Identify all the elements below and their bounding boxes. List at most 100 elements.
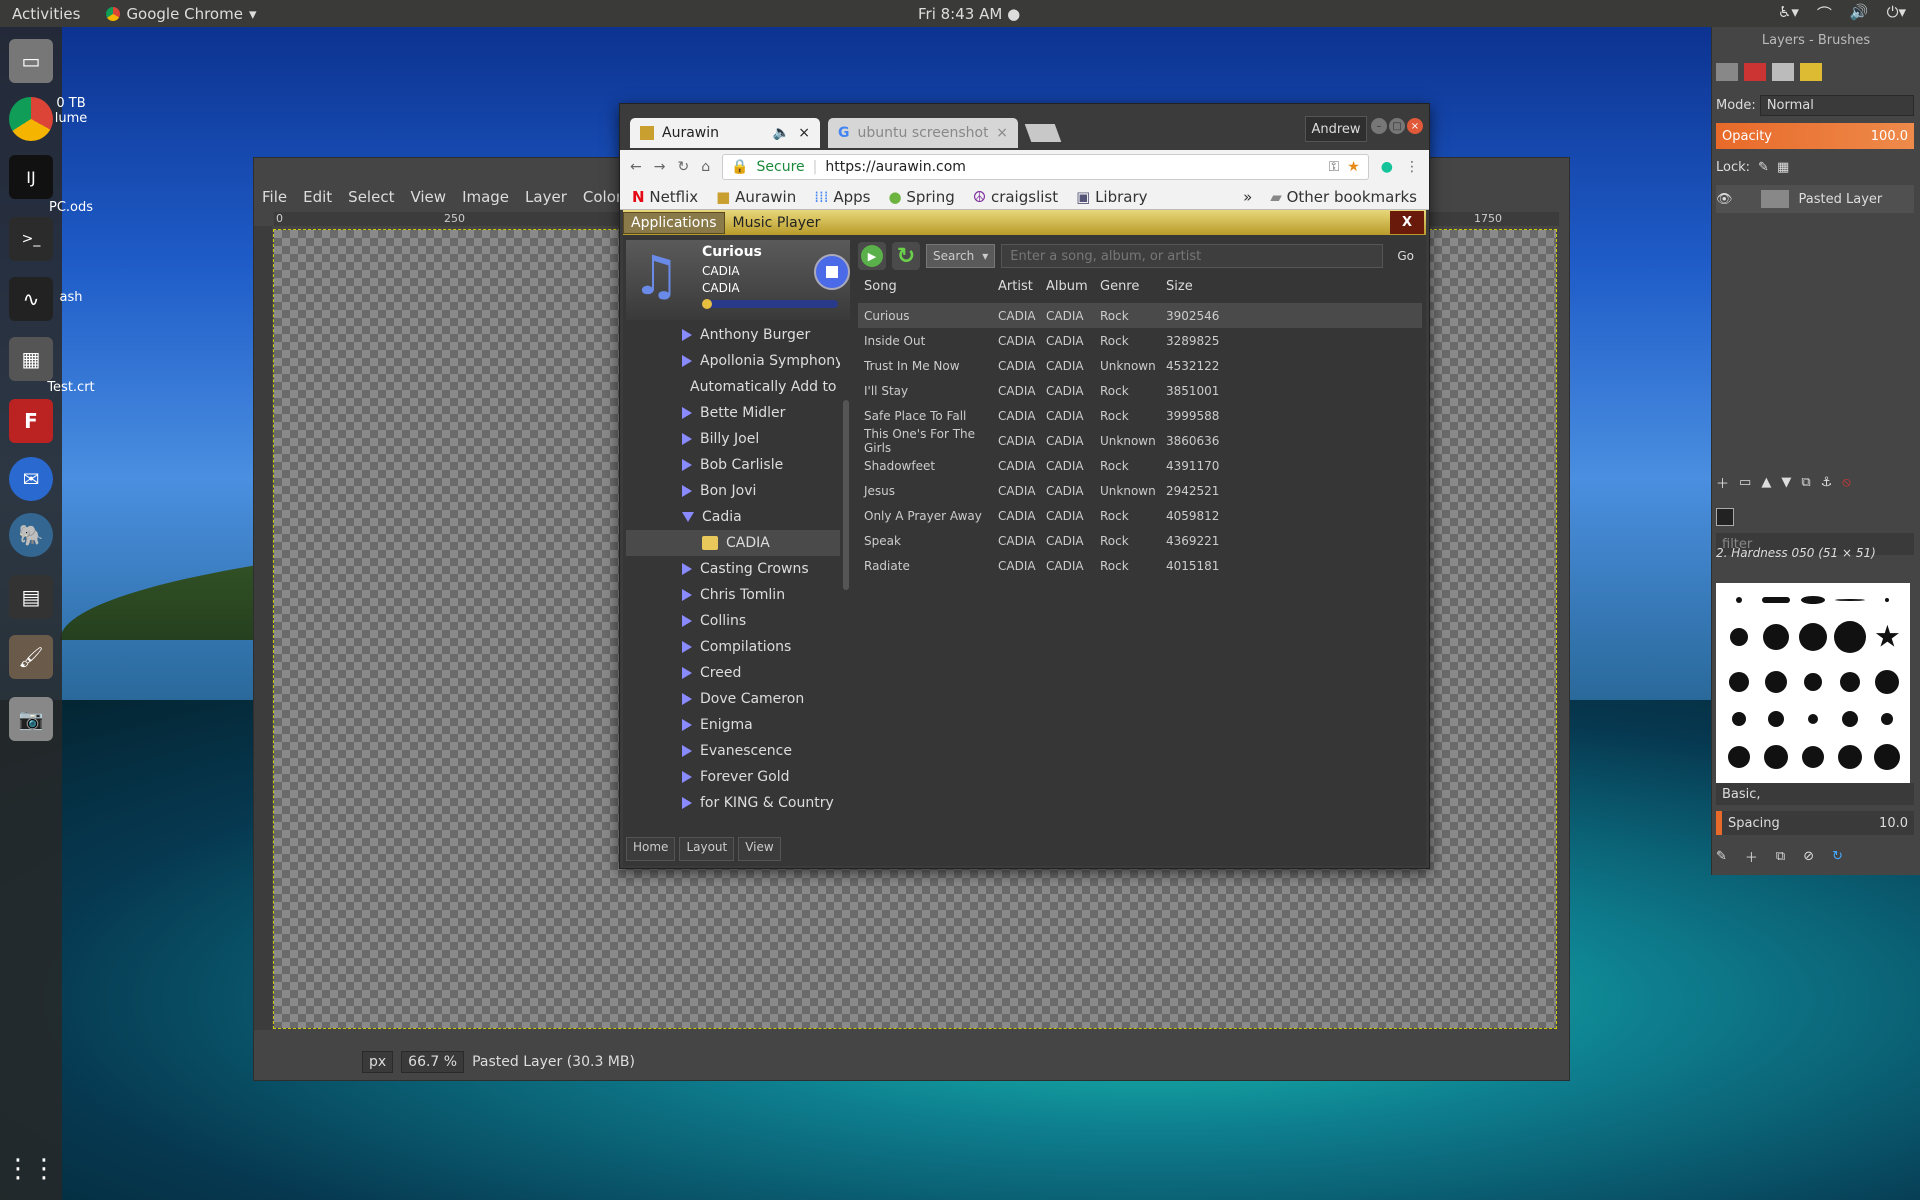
column-genre[interactable]: Genre <box>1100 279 1166 294</box>
applications-button[interactable]: Applications <box>623 211 725 234</box>
table-row[interactable]: Speak CADIA CADIA Rock 4369221 <box>858 528 1422 553</box>
table-row[interactable]: Radiate CADIA CADIA Rock 4015181 <box>858 553 1422 578</box>
star-icon[interactable]: ★ <box>1347 159 1360 175</box>
home-tab[interactable]: Home <box>626 837 676 861</box>
edit-brush-icon[interactable]: ✎ <box>1716 849 1727 864</box>
accessibility-icon[interactable]: ♿▾ <box>1778 3 1799 24</box>
expand-triangle-icon[interactable] <box>682 615 692 627</box>
lock-alpha-icon[interactable]: ▦ <box>1777 160 1789 175</box>
tetris-icon[interactable]: ▤ <box>9 575 53 619</box>
reload-icon[interactable]: ↻ <box>677 159 689 175</box>
menu-image[interactable]: Image <box>454 188 517 210</box>
duplicate-brush-icon[interactable]: ⧉ <box>1776 849 1785 864</box>
expand-triangle-icon[interactable] <box>682 563 692 575</box>
table-row[interactable]: Curious CADIA CADIA Rock 3902546 <box>858 303 1422 328</box>
play-button[interactable]: ▶ <box>858 242 886 270</box>
system-tray[interactable]: ♿▾ ⌒ 🔊 ⏻▾ <box>1778 3 1906 24</box>
layers-tab-icon[interactable] <box>1716 63 1738 81</box>
bookmark-netflix[interactable]: N Netflix <box>632 188 698 206</box>
tree-item[interactable]: Bob Carlisle <box>626 452 840 478</box>
desktop-icon-pc-ods[interactable]: PC.ods <box>36 200 106 215</box>
tree-item[interactable]: Bon Jovi <box>626 478 840 504</box>
search-mode-select[interactable]: Search ▾ <box>926 244 996 268</box>
table-row[interactable]: I'll Stay CADIA CADIA Rock 3851001 <box>858 378 1422 403</box>
close-tab-icon[interactable]: × <box>798 125 810 141</box>
expand-triangle-icon[interactable] <box>682 667 692 679</box>
search-input[interactable]: Enter a song, album, or artist <box>1001 244 1384 268</box>
anchor-icon[interactable]: ⚓ <box>1821 475 1833 490</box>
expand-triangle-icon[interactable] <box>682 693 692 705</box>
activities-button[interactable]: Activities <box>12 5 80 23</box>
duplicate-icon[interactable]: ⧉ <box>1801 475 1810 490</box>
other-bookmarks[interactable]: ▰ Other bookmarks <box>1270 188 1417 206</box>
menu-file[interactable]: File <box>254 188 295 210</box>
thunderbird-icon[interactable]: ✉ <box>9 457 53 501</box>
menu-layer[interactable]: Layer <box>517 188 575 210</box>
unit-select[interactable]: px <box>362 1051 394 1073</box>
raise-icon[interactable]: ▲ <box>1761 475 1771 490</box>
expand-triangle-icon[interactable] <box>682 745 692 757</box>
bookmark-craigslist[interactable]: ☮ craigslist <box>973 188 1058 206</box>
mode-select[interactable]: Normal <box>1759 94 1914 116</box>
expand-triangle-icon[interactable] <box>682 797 692 809</box>
tree-item[interactable]: Creed <box>626 660 840 686</box>
table-row[interactable]: Jesus CADIA CADIA Unknown 2942521 <box>858 478 1422 503</box>
refresh-brushes-icon[interactable]: ↻ <box>1832 849 1843 864</box>
tab-ubuntu-screenshot[interactable]: G ubuntu screenshot × <box>828 118 1018 148</box>
expand-triangle-icon[interactable] <box>682 719 692 731</box>
tree-item[interactable]: Compilations <box>626 634 840 660</box>
expand-triangle-icon[interactable] <box>682 589 692 601</box>
menu-icon[interactable]: ⋮ <box>1405 159 1419 175</box>
menu-select[interactable]: Select <box>340 188 402 210</box>
brush-set-select[interactable]: Basic, <box>1716 783 1914 805</box>
tree-item[interactable]: Casting Crowns <box>626 556 840 582</box>
refresh-button[interactable]: ↻ <box>892 242 920 270</box>
progress-knob[interactable] <box>702 299 712 309</box>
tree-item[interactable]: Cadia <box>626 504 840 530</box>
tree-scrollbar[interactable] <box>843 400 849 590</box>
table-row[interactable]: Inside Out CADIA CADIA Rock 3289825 <box>858 328 1422 353</box>
undo-tab-icon[interactable] <box>1800 63 1822 81</box>
expand-triangle-icon[interactable] <box>682 329 692 341</box>
expand-triangle-icon[interactable] <box>682 355 692 367</box>
intellij-icon[interactable]: IJ <box>9 155 53 199</box>
terminal-icon[interactable]: >_ <box>9 217 53 261</box>
expand-triangle-icon[interactable] <box>682 433 692 445</box>
table-row[interactable]: Safe Place To Fall CADIA CADIA Rock 3999588 <box>858 403 1422 428</box>
brushes-tab-icon[interactable] <box>1716 508 1734 526</box>
show-apps-icon[interactable]: ⋮⋮ <box>5 1147 57 1191</box>
expand-triangle-icon[interactable] <box>682 459 692 471</box>
close-tab-icon[interactable]: × <box>996 125 1008 141</box>
tree-item[interactable]: for KING & Country <box>626 790 840 816</box>
spacing-slider[interactable]: Spacing 10.0 <box>1716 811 1914 835</box>
tree-item[interactable]: Chris Tomlin <box>626 582 840 608</box>
gimp-icon[interactable]: 🖌 <box>9 635 53 679</box>
tree-item[interactable]: Bette Midler <box>626 400 840 426</box>
folder-icon[interactable] <box>702 536 718 550</box>
opacity-slider[interactable]: Opacity 100.0 <box>1716 123 1914 149</box>
tree-item[interactable]: Billy Joel <box>626 426 840 452</box>
lower-icon[interactable]: ▼ <box>1781 475 1791 490</box>
table-row[interactable]: Trust In Me Now CADIA CADIA Unknown 4532122 <box>858 353 1422 378</box>
key-icon[interactable]: ⚿ <box>1329 159 1340 175</box>
lock-pixels-icon[interactable]: ✎ <box>1758 160 1769 175</box>
new-tab-button[interactable] <box>1024 124 1062 142</box>
bookmark-apps[interactable]: ⁞⁞⁞ Apps <box>814 188 870 206</box>
filezilla-icon[interactable]: F <box>9 399 53 443</box>
postgres-icon[interactable]: 🐘 <box>9 513 53 557</box>
expand-triangle-icon[interactable] <box>682 641 692 653</box>
tree-item[interactable]: Evanescence <box>626 738 840 764</box>
more-bookmarks-button[interactable]: » <box>1243 188 1252 206</box>
menu-edit[interactable]: Edit <box>295 188 340 210</box>
layer-row[interactable]: 👁 Pasted Layer <box>1716 185 1914 213</box>
files-icon[interactable]: ▭ <box>9 39 53 83</box>
paths-tab-icon[interactable] <box>1772 63 1794 81</box>
tree-item[interactable]: CADIA <box>626 530 840 556</box>
desktop-icon-trash[interactable]: ash <box>36 290 106 305</box>
playback-progress[interactable] <box>702 299 838 309</box>
expand-triangle-icon[interactable] <box>682 771 692 783</box>
zoom-field[interactable]: 66.7 % <box>401 1051 465 1073</box>
maximize-icon[interactable]: □ <box>1389 118 1405 134</box>
layout-tab[interactable]: Layout <box>679 837 735 861</box>
new-layer-icon[interactable]: ＋ <box>1716 473 1729 492</box>
